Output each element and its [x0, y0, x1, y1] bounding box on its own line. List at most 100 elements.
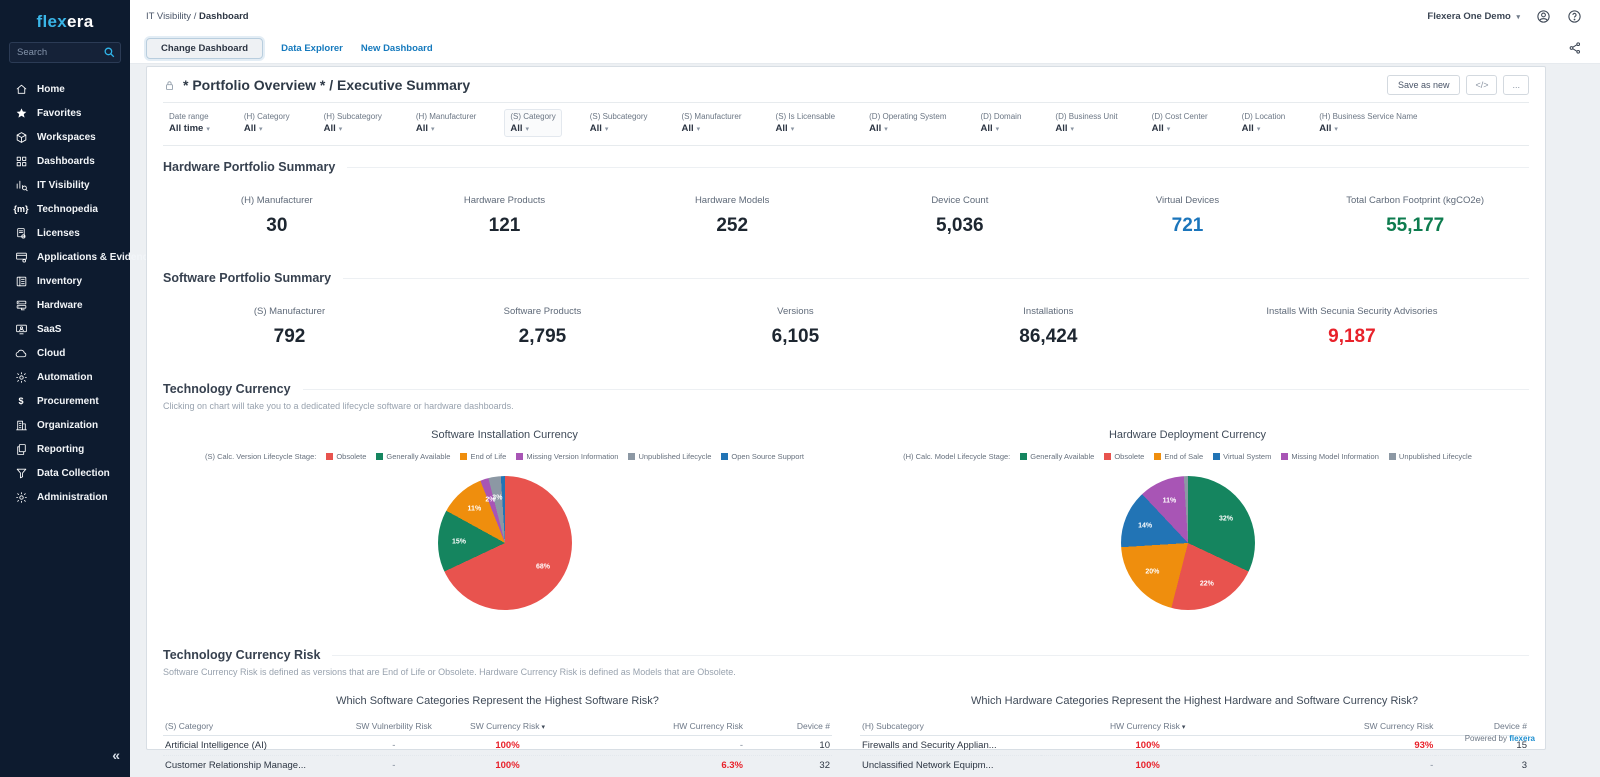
column-header-device[interactable]: Device # — [745, 717, 832, 736]
pie-hardware-deployment-currency[interactable]: 32%22%20%14%11% — [1121, 476, 1255, 610]
filter-d-operating-system[interactable]: (D) Operating System All▾ — [863, 109, 952, 137]
filter-h-subcategory[interactable]: (H) Subcategory All▾ — [318, 109, 388, 137]
filter-label: (H) Subcategory — [324, 112, 382, 121]
sidebar-item-data-collection[interactable]: Data Collection — [0, 461, 130, 485]
sidebar-item-technopedia[interactable]: {m}Technopedia — [0, 197, 130, 221]
table-cell: - — [337, 756, 451, 774]
filter-s-subcategory[interactable]: (S) Subcategory All▾ — [584, 109, 654, 137]
technology-currency-heading: Technology Currency — [163, 382, 1529, 396]
sidebar-item-dashboards[interactable]: Dashboards — [0, 149, 130, 173]
filter-h-manufacturer[interactable]: (H) Manufacturer All▾ — [410, 109, 482, 137]
sidebar-item-workspaces[interactable]: Workspaces — [0, 125, 130, 149]
breadcrumb-section[interactable]: IT Visibility — [146, 11, 191, 22]
sidebar-item-automation[interactable]: Automation — [0, 365, 130, 389]
sidebar-item-licenses[interactable]: Licenses — [0, 221, 130, 245]
table-cell: - — [337, 736, 451, 756]
pie-slice-label: 32% — [1219, 515, 1233, 522]
table-cell: 32 — [745, 756, 832, 774]
column-header-h-subcategory[interactable]: (H) Subcategory — [860, 717, 1041, 736]
filter-label: (H) Manufacturer — [416, 112, 476, 121]
filter-d-cost-center[interactable]: (D) Cost Center All▾ — [1146, 109, 1214, 137]
filter-value: All▾ — [244, 123, 290, 134]
dashboard-toolbar: Change Dashboard Data Explorer New Dashb… — [130, 33, 1600, 64]
sidebar-search — [9, 42, 121, 63]
sidebar-item-cloud[interactable]: Cloud — [0, 341, 130, 365]
logo-era: era — [67, 12, 93, 31]
column-header-sw-vulnerbility-risk[interactable]: SW Vulnerbility Risk — [337, 717, 451, 736]
filter-d-location[interactable]: (D) Location All▾ — [1236, 109, 1292, 137]
kpi-virtual-devices: Virtual Devices 721 — [1074, 195, 1302, 237]
filter-date-range[interactable]: Date range All time▾ — [163, 109, 216, 137]
hardware-deployment-currency-chart: Hardware Deployment Currency(H) Calc. Mo… — [846, 415, 1529, 610]
embed-code-button[interactable]: </> — [1466, 75, 1497, 95]
chevron-down-icon: ▾ — [525, 126, 529, 133]
filter-s-manufacturer[interactable]: (S) Manufacturer All▾ — [676, 109, 748, 137]
more-options-button[interactable]: ... — [1503, 75, 1529, 95]
chevron-down-icon: ▾ — [1516, 14, 1520, 21]
sidebar-item-procurement[interactable]: $Procurement — [0, 389, 130, 413]
sidebar-item-saas[interactable]: SaaS — [0, 317, 130, 341]
filter-value: All▾ — [682, 123, 742, 134]
powered-by-text: Powered by — [1465, 734, 1507, 743]
main-area: IT Visibility / Dashboard Flexera One De… — [130, 0, 1600, 777]
favorites-icon — [14, 106, 28, 120]
column-header-device[interactable]: Device # — [1435, 717, 1529, 736]
kpi-label: (S) Manufacturer — [163, 306, 416, 317]
column-header-sw-currency-risk[interactable]: SW Currency Risk▾ — [451, 717, 565, 736]
data-explorer-link[interactable]: Data Explorer — [281, 43, 343, 54]
legend-item-missing-version-information: Missing Version Information — [516, 452, 618, 461]
sidebar-item-inventory[interactable]: Inventory — [0, 269, 130, 293]
help-icon[interactable] — [1567, 9, 1582, 24]
filter-s-category[interactable]: (S) Category All▾ — [504, 109, 561, 137]
filter-value: All▾ — [1319, 123, 1417, 134]
column-header-sw-currency-risk[interactable]: SW Currency Risk — [1255, 717, 1436, 736]
sidebar-item-reporting[interactable]: Reporting — [0, 437, 130, 461]
chart-legend: (S) Calc. Version Lifecycle Stage:Obsole… — [163, 452, 846, 461]
sidebar-item-home[interactable]: Home — [0, 77, 130, 101]
filter-s-is-licensable[interactable]: (S) Is Licensable All▾ — [770, 109, 842, 137]
filter-h-category[interactable]: (H) Category All▾ — [238, 109, 296, 137]
change-dashboard-button[interactable]: Change Dashboard — [146, 38, 263, 59]
search-icon[interactable] — [103, 46, 116, 64]
hardware-kpi-row: (H) Manufacturer 30Hardware Products 121… — [163, 174, 1529, 257]
sidebar-item-label: Data Collection — [37, 468, 110, 479]
share-icon[interactable] — [1568, 41, 1582, 55]
sidebar-item-hardware[interactable]: Hardware — [0, 293, 130, 317]
filter-label: (H) Category — [244, 112, 290, 121]
column-header-s-category[interactable]: (S) Category — [163, 717, 337, 736]
pie-software-installation-currency[interactable]: 68%15%11%2%3% — [438, 476, 572, 610]
table-row[interactable]: Unclassified Network Equipm...100%-3 — [860, 756, 1529, 774]
filter-bar: Date range All time▾(H) Category All▾(H)… — [163, 103, 1529, 146]
kpi-value: 9,187 — [1175, 326, 1529, 348]
sidebar-item-administration[interactable]: Administration — [0, 485, 130, 509]
new-dashboard-link[interactable]: New Dashboard — [361, 43, 433, 54]
table-cell: 100% — [451, 736, 565, 756]
technopedia-icon: {m} — [14, 202, 28, 216]
kpi-value: 121 — [391, 215, 619, 237]
software-summary-heading: Software Portfolio Summary — [163, 271, 1529, 285]
legend-item-virtual-system: Virtual System — [1213, 452, 1271, 461]
account-label: Flexera One Demo — [1427, 11, 1510, 22]
table-row[interactable]: Customer Relationship Manage...-100%6.3%… — [163, 756, 832, 774]
column-header-hw-currency-risk[interactable]: HW Currency Risk — [564, 717, 745, 736]
chevron-down-icon: ▾ — [339, 126, 343, 133]
filter-value: All▾ — [869, 123, 946, 134]
user-profile-icon[interactable] — [1536, 9, 1551, 24]
sidebar-item-applications-evidence[interactable]: Applications & Evidence — [0, 245, 130, 269]
account-menu[interactable]: Flexera One Demo ▾ — [1427, 11, 1520, 22]
filter-d-domain[interactable]: (D) Domain All▾ — [975, 109, 1028, 137]
chevron-down-icon: ▾ — [605, 126, 609, 133]
administration-icon — [14, 490, 28, 504]
sidebar-item-organization[interactable]: Organization — [0, 413, 130, 437]
table-row[interactable]: Firewalls and Security Applian...100%93%… — [860, 736, 1529, 756]
legend-swatch — [1389, 453, 1396, 460]
sidebar-item-favorites[interactable]: Favorites — [0, 101, 130, 125]
table-row[interactable]: Artificial Intelligence (AI)-100%-10 — [163, 736, 832, 756]
column-header-hw-currency-risk[interactable]: HW Currency Risk▾ — [1041, 717, 1255, 736]
filter-d-business-unit[interactable]: (D) Business Unit All▾ — [1049, 109, 1123, 137]
filter-h-business-service-name[interactable]: (H) Business Service Name All▾ — [1313, 109, 1423, 137]
sidebar-item-it-visibility[interactable]: IT Visibility — [0, 173, 130, 197]
sidebar-collapse-button[interactable]: « — [112, 747, 120, 763]
technology-currency-risk-heading: Technology Currency Risk — [163, 648, 1529, 662]
save-as-new-button[interactable]: Save as new — [1387, 75, 1461, 95]
